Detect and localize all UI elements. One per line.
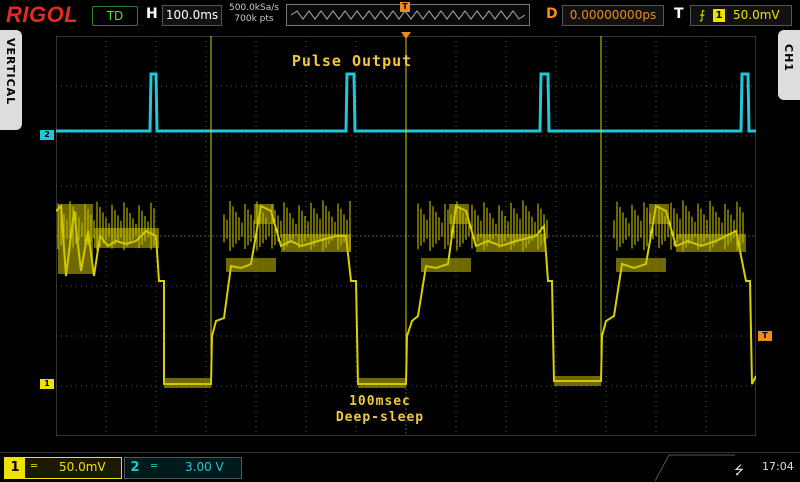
channel-menu-tab[interactable]: CH1 — [778, 30, 800, 100]
trigger-arrow-icon — [401, 32, 411, 39]
ch2-number: 2 — [130, 460, 140, 475]
delay-value[interactable]: 0.00000000ps — [562, 5, 664, 26]
memory-depth: 700k pts — [234, 14, 274, 24]
trigger-level-marker[interactable]: T — [758, 331, 772, 341]
vertical-tab-label: VERTICAL — [4, 38, 17, 106]
ch1-scale: 50.0mV — [59, 460, 106, 474]
sample-info: 500.0kSa/s 700k pts — [226, 3, 282, 25]
pulse-output-label: Pulse Output — [291, 52, 413, 70]
vertical-menu-tab[interactable]: VERTICAL — [0, 30, 22, 130]
horizontal-label: H — [146, 6, 158, 22]
dc-coupling-icon: ═ — [151, 461, 158, 472]
rigol-logo: RIGOL — [6, 2, 79, 27]
dc-coupling-icon: ═ — [31, 461, 38, 472]
ch1-settings[interactable]: 1 ═ 50.0mV — [4, 457, 122, 479]
deep-sleep-label: Deep-sleep — [335, 410, 425, 425]
bottom-divider — [655, 454, 735, 481]
sleep-duration-label: 100msec — [349, 394, 411, 409]
ch2-settings[interactable]: 2 ═ 3.00 V — [124, 457, 242, 479]
waveform-display[interactable] — [56, 36, 756, 436]
delay-label: D — [546, 6, 558, 22]
rising-edge-icon: ⨍ — [699, 8, 706, 22]
trigger-channel-badge: 1 — [713, 9, 725, 22]
bottom-status-bar: 1 ═ 50.0mV 2 ═ 3.00 V ⭍ 17:04 — [0, 452, 800, 481]
clock: 17:04 — [762, 460, 794, 473]
trigger-settings[interactable]: ⨍ 1 50.0mV — [690, 5, 792, 26]
ch2-offset-marker[interactable]: 2 — [40, 130, 54, 140]
run-state-badge[interactable]: TD — [92, 6, 138, 26]
ch1-offset-marker[interactable]: 1 — [40, 379, 54, 389]
sample-rate: 500.0kSa/s — [229, 3, 279, 13]
trigger-label: T — [674, 6, 684, 22]
ch1-number: 1 — [5, 458, 25, 478]
ch2-scale: 3.00 V — [185, 460, 224, 474]
timebase-value[interactable]: 100.0ms — [162, 5, 222, 26]
top-status-bar: RIGOL TD H 100.0ms 500.0kSa/s 700k pts T… — [0, 0, 800, 30]
usb-icon: ⭍ — [734, 463, 744, 477]
trigger-level-value: 50.0mV — [733, 8, 780, 22]
channel-tab-label: CH1 — [782, 44, 795, 72]
trigger-position-marker[interactable]: T — [400, 2, 410, 12]
